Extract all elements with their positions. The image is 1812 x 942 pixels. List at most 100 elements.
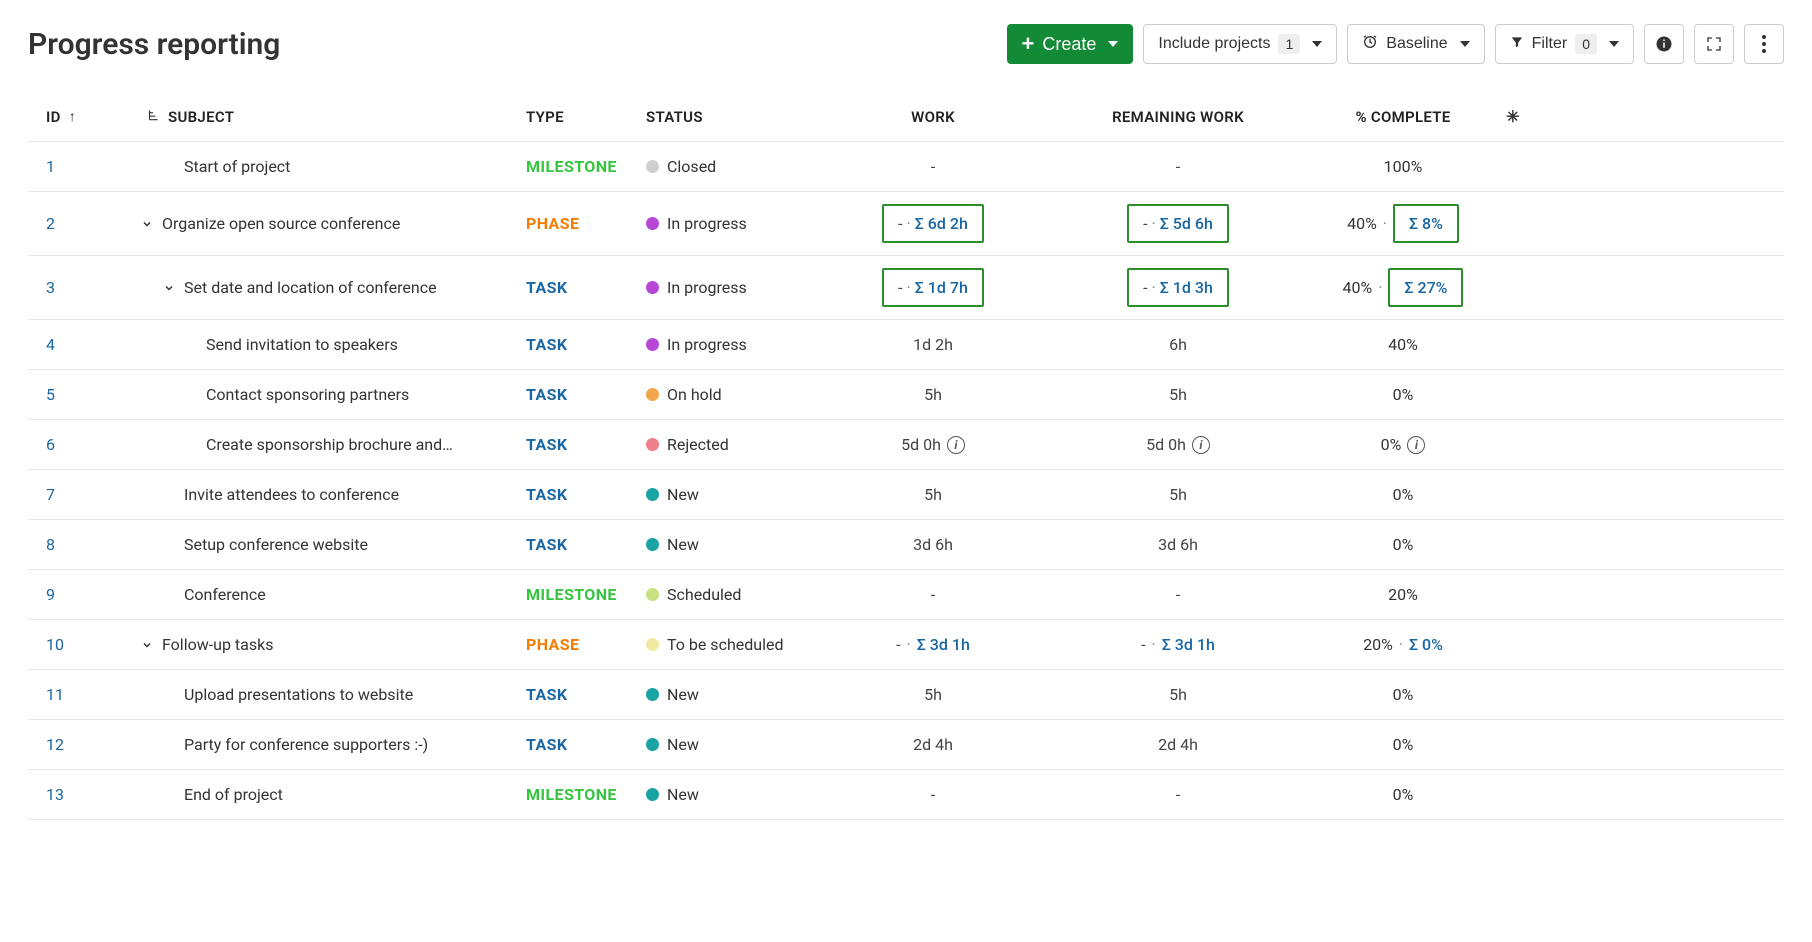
table-row[interactable]: 6Create sponsorship brochure and…TASKRej…	[28, 420, 1784, 470]
work-package-table: ID ↑ SUBJECT TYPE STATUS WORK REMAINING …	[28, 92, 1784, 820]
include-projects-count: 1	[1278, 34, 1300, 54]
table-row[interactable]: 1Start of projectMILESTONEClosed--100%	[28, 142, 1784, 192]
dot-separator: ·	[1399, 635, 1403, 654]
info-icon[interactable]: i	[947, 436, 965, 454]
subject-cell[interactable]: Setup conference website	[138, 523, 518, 566]
table-row[interactable]: 12Party for conference supporters :-)TAS…	[28, 720, 1784, 770]
type-cell: MILESTONE	[518, 145, 638, 188]
plus-icon: +	[1022, 33, 1035, 55]
table-row[interactable]: 2Organize open source conferencePHASEIn …	[28, 192, 1784, 256]
subject-cell[interactable]: Start of project	[138, 145, 518, 188]
subject-cell[interactable]: Conference	[138, 573, 518, 616]
subject-cell[interactable]: Upload presentations to website	[138, 673, 518, 716]
dot-separator: ·	[1152, 214, 1156, 233]
table-row[interactable]: 10Follow-up tasksPHASETo be scheduled- ·…	[28, 620, 1784, 670]
col-id-label: ID	[46, 108, 61, 126]
subject-text: Contact sponsoring partners	[206, 385, 409, 404]
table-row[interactable]: 7Invite attendees to conferenceTASKNew5h…	[28, 470, 1784, 520]
remaining-cell: 2d 4h	[1048, 723, 1308, 766]
row-id-link[interactable]: 1	[28, 145, 138, 188]
type-cell: TASK	[518, 423, 638, 466]
info-icon[interactable]: i	[1407, 436, 1425, 454]
sigma-value: Σ 3d 1h	[1162, 635, 1215, 654]
subject-text: Follow-up tasks	[162, 635, 274, 654]
caret-down-icon	[1312, 41, 1322, 47]
table-row[interactable]: 8Setup conference websiteTASKNew3d 6h3d …	[28, 520, 1784, 570]
include-projects-button[interactable]: Include projects 1	[1143, 24, 1337, 64]
create-button[interactable]: + Create	[1007, 24, 1134, 64]
table-row[interactable]: 9ConferenceMILESTONEScheduled--20%	[28, 570, 1784, 620]
expand-toggle[interactable]	[138, 218, 156, 230]
own-value: 0%	[1393, 685, 1414, 704]
expand-toggle[interactable]	[160, 282, 178, 294]
own-value: 5h	[924, 485, 942, 504]
row-id-link[interactable]: 5	[28, 373, 138, 416]
subject-cell[interactable]: Organize open source conference	[138, 202, 518, 245]
table-row[interactable]: 11Upload presentations to websiteTASKNew…	[28, 670, 1784, 720]
sigma-value: Σ 5d 6h	[1160, 214, 1213, 233]
row-id-link[interactable]: 12	[28, 723, 138, 766]
col-complete[interactable]: % COMPLETE	[1308, 96, 1498, 138]
subject-cell[interactable]: Party for conference supporters :-)	[138, 723, 518, 766]
status-text: On hold	[667, 385, 722, 404]
row-id-link[interactable]: 7	[28, 473, 138, 516]
subject-cell[interactable]: Follow-up tasks	[138, 623, 518, 666]
dot-separator: ·	[907, 278, 911, 297]
status-dot-icon	[646, 688, 659, 701]
row-id-link[interactable]: 11	[28, 673, 138, 716]
expand-toggle[interactable]	[138, 639, 156, 651]
type-cell: TASK	[518, 266, 638, 309]
info-icon[interactable]: i	[1192, 436, 1210, 454]
row-id-link[interactable]: 8	[28, 523, 138, 566]
own-value: -	[931, 157, 935, 176]
row-id-link[interactable]: 13	[28, 773, 138, 816]
subject-cell[interactable]: Create sponsorship brochure and…	[138, 423, 518, 466]
subject-cell[interactable]: Contact sponsoring partners	[138, 373, 518, 416]
row-id-link[interactable]: 3	[28, 266, 138, 309]
filter-button[interactable]: Filter 0	[1495, 24, 1634, 64]
own-value: -	[898, 214, 902, 233]
type-cell: MILESTONE	[518, 573, 638, 616]
table-row[interactable]: 5Contact sponsoring partnersTASKOn hold5…	[28, 370, 1784, 420]
sigma-value: Σ 1d 7h	[915, 278, 968, 297]
work-cell: 5h	[818, 673, 1048, 716]
baseline-button[interactable]: Baseline	[1347, 24, 1484, 64]
type-cell: TASK	[518, 323, 638, 366]
row-id-link[interactable]: 9	[28, 573, 138, 616]
own-value: 5d 0h	[901, 435, 941, 454]
more-menu-button[interactable]	[1744, 24, 1784, 64]
sigma-value: Σ 1d 3h	[1160, 278, 1213, 297]
row-id-link[interactable]: 6	[28, 423, 138, 466]
table-row[interactable]: 4Send invitation to speakersTASKIn progr…	[28, 320, 1784, 370]
caret-down-icon	[1609, 41, 1619, 47]
subject-cell[interactable]: Set date and location of conference	[138, 266, 518, 309]
own-value: 0%	[1393, 385, 1414, 404]
gear-icon: ✳	[1506, 107, 1520, 126]
table-row[interactable]: 3Set date and location of conferenceTASK…	[28, 256, 1784, 320]
fullscreen-button[interactable]	[1694, 24, 1734, 64]
subject-cell[interactable]: Invite attendees to conference	[138, 473, 518, 516]
subject-cell[interactable]: End of project	[138, 773, 518, 816]
col-id[interactable]: ID ↑	[28, 96, 138, 138]
col-type[interactable]: TYPE	[518, 96, 638, 138]
own-value: 0%	[1393, 485, 1414, 504]
table-row[interactable]: 13End of projectMILESTONENew--0%	[28, 770, 1784, 820]
info-button[interactable]	[1644, 24, 1684, 64]
col-work[interactable]: WORK	[818, 96, 1048, 138]
row-id-link[interactable]: 2	[28, 202, 138, 245]
dot-separator: ·	[1378, 278, 1382, 297]
own-value: 20%	[1363, 635, 1393, 654]
col-status[interactable]: STATUS	[638, 96, 818, 138]
own-value: 100%	[1384, 157, 1423, 176]
col-subject-label: SUBJECT	[168, 108, 234, 126]
configure-columns-button[interactable]: ✳	[1498, 95, 1528, 138]
status-cell: New	[638, 673, 818, 716]
own-value: 5h	[924, 385, 942, 404]
subject-cell[interactable]: Send invitation to speakers	[138, 323, 518, 366]
col-subject[interactable]: SUBJECT	[138, 96, 518, 138]
row-id-link[interactable]: 4	[28, 323, 138, 366]
sigma-value: Σ 0%	[1409, 635, 1443, 654]
col-remaining[interactable]: REMAINING WORK	[1048, 96, 1308, 138]
row-id-link[interactable]: 10	[28, 623, 138, 666]
status-text: New	[667, 535, 699, 554]
